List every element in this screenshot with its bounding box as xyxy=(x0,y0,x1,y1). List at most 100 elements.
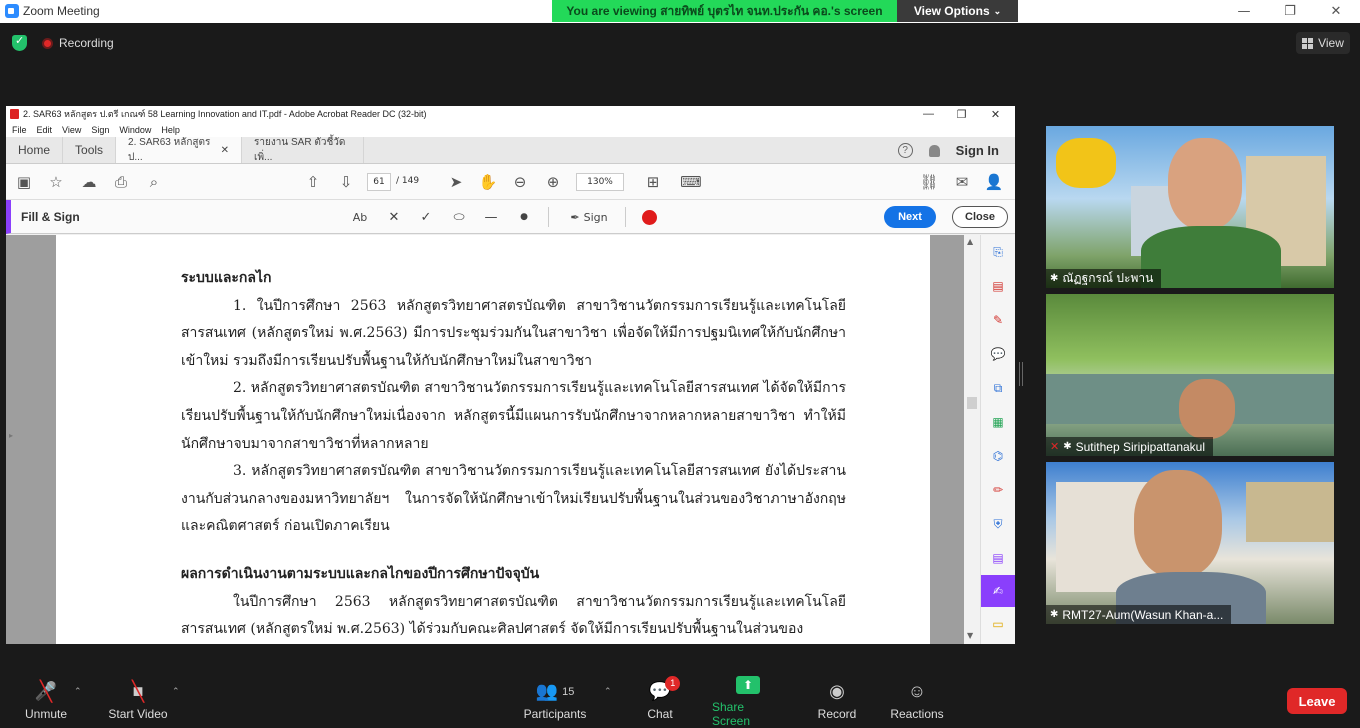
grid-view-icon xyxy=(1302,37,1314,49)
record-button[interactable]: ◉ Record xyxy=(816,673,858,728)
menu-edit[interactable]: Edit xyxy=(37,125,53,135)
page-down-icon[interactable]: ⇩ xyxy=(337,173,355,191)
next-button[interactable]: Next xyxy=(884,206,936,228)
fill-sign-label: Fill & Sign xyxy=(21,210,80,224)
print-icon[interactable]: ⎙ xyxy=(112,173,130,191)
meeting-controls: 🎤 ╲ Unmute ⌃ ■ ╲ Start Video ⌃ 👥 15 Partici… xyxy=(0,673,1360,728)
recording-indicator[interactable]: Recording xyxy=(42,34,114,52)
close-window-icon[interactable]: ✕ xyxy=(1313,0,1359,23)
pin-icon: ✱ xyxy=(1050,273,1059,284)
bookmark-star-icon[interactable]: ☆ xyxy=(47,173,65,191)
page-fit-icon[interactable]: ⊞ xyxy=(644,173,662,191)
page-up-icon[interactable]: ⇧ xyxy=(304,173,322,191)
scroll-up-icon[interactable]: ▲ xyxy=(967,237,973,246)
fill-sign-pen-icon[interactable]: ✍ xyxy=(989,582,1007,600)
color-picker-red[interactable] xyxy=(642,210,657,225)
tab-document-1[interactable]: 2. SAR63 หลักสูตร ป... ✕ xyxy=(116,137,243,163)
mail-icon[interactable]: ✉ xyxy=(953,173,971,191)
minimize-icon[interactable]: — xyxy=(1221,0,1267,23)
keyboard-icon[interactable]: ⌨ xyxy=(680,173,702,191)
check-mark-icon[interactable]: ✓ xyxy=(417,208,435,226)
menu-window[interactable]: Window xyxy=(119,125,151,135)
audio-options-caret-icon[interactable]: ⌃ xyxy=(74,687,82,697)
pdf-page[interactable]: ระบบและกลไก 1. ในปีการศึกษา 2563 หลักสูต… xyxy=(56,235,930,644)
redact-icon[interactable]: ✏ xyxy=(989,481,1007,499)
page-number-input[interactable]: 61 xyxy=(367,173,391,191)
tab-tools[interactable]: Tools xyxy=(63,137,117,163)
unmute-button[interactable]: 🎤 ╲ Unmute xyxy=(22,673,70,728)
left-panel-toggle-icon[interactable]: ▸ xyxy=(9,431,13,440)
save-icon[interactable]: ▣ xyxy=(15,173,33,191)
participant-video-2[interactable]: ✕ ✱ Sutithep Siripipattanakul xyxy=(1046,294,1334,456)
paragraph-2: 2. หลักสูตรวิทยาศาสตรบัณฑิต สาขาวิชานวัต… xyxy=(181,380,846,452)
menu-file[interactable]: File xyxy=(12,125,27,135)
participants-caret-icon[interactable]: ⌃ xyxy=(604,687,612,697)
add-text-icon[interactable]: Ab xyxy=(351,208,369,226)
participant-video-3[interactable]: ✱ RMT27-Aum(Wasun Khan-a... xyxy=(1046,462,1334,624)
protect-shield-icon[interactable]: ⛨ xyxy=(989,515,1007,533)
reactions-button[interactable]: ☺ Reactions xyxy=(890,673,944,728)
line-icon[interactable]: — xyxy=(482,208,500,226)
scroll-down-icon[interactable]: ▼ xyxy=(967,631,973,640)
participants-button[interactable]: 👥 15 Participants xyxy=(522,673,588,728)
share-screen-button[interactable]: ⬆ Share Screen xyxy=(712,673,784,728)
participant-name-tag: ✕ ✱ Sutithep Siripipattanakul xyxy=(1046,437,1214,456)
link-icon[interactable]: ⛓ xyxy=(919,173,938,191)
zoom-in-icon[interactable]: ⊕ xyxy=(544,173,562,191)
split-resize-handle[interactable] xyxy=(1019,362,1023,386)
leave-button[interactable]: Leave xyxy=(1287,688,1347,714)
notification-bell-icon[interactable] xyxy=(928,144,940,157)
upload-cloud-icon[interactable]: ☁ xyxy=(80,173,98,191)
close-tab-icon[interactable]: ✕ xyxy=(221,145,229,156)
acrobat-toolbar: ▣ ☆ ☁ ⎙ ⌕ ⇧ ⇩ 61 / 149 ➤ ✋ ⊖ ⊕ 130% ⊞ ⌨ … xyxy=(6,164,1015,200)
scan-icon[interactable]: ⌬ xyxy=(989,447,1007,465)
tab-document-2[interactable]: รายงาน SAR ตัวชี้วัดเพิ่... xyxy=(242,137,365,163)
help-icon[interactable]: ? xyxy=(897,143,913,158)
more-tools-icon[interactable]: ▭ xyxy=(989,615,1007,633)
add-user-icon[interactable]: 👤 xyxy=(985,173,1004,191)
view-options-button[interactable]: View Options ⌄ xyxy=(897,0,1018,22)
maximize-icon[interactable]: ❐ xyxy=(1267,0,1313,23)
acrobat-restore-icon[interactable]: ❐ xyxy=(945,106,978,122)
dot-icon[interactable]: ● xyxy=(515,208,533,226)
zoom-logo-icon xyxy=(5,4,19,18)
acrobat-minimize-icon[interactable]: — xyxy=(912,106,945,122)
vertical-scrollbar[interactable]: ▲ ▼ xyxy=(964,235,980,644)
sign-in-button[interactable]: Sign In xyxy=(956,143,999,158)
comment-icon[interactable]: 💬 xyxy=(989,345,1007,363)
acrobat-close-icon[interactable]: ✕ xyxy=(979,106,1012,122)
create-pdf-icon[interactable]: ▤ xyxy=(989,277,1007,295)
mic-off-icon: 🎤 ╲ xyxy=(34,681,58,703)
participant-video-1[interactable]: ✱ ณัฏฐกรณ์ ปะพาน xyxy=(1046,126,1334,288)
menu-sign[interactable]: Sign xyxy=(91,125,109,135)
combine-files-icon[interactable]: ⧉ xyxy=(989,379,1007,397)
start-video-button[interactable]: ■ ╲ Start Video xyxy=(106,673,170,728)
tab-home[interactable]: Home xyxy=(6,137,64,163)
close-fill-sign-button[interactable]: Close xyxy=(952,206,1008,228)
mic-muted-icon: ✕ xyxy=(1050,441,1060,453)
zoom-out-icon[interactable]: ⊖ xyxy=(511,173,529,191)
search-icon[interactable]: ⌕ xyxy=(145,173,163,191)
zoom-level-select[interactable]: 130% xyxy=(576,173,624,191)
organize-pages-icon[interactable]: ▦ xyxy=(989,413,1007,431)
chat-button[interactable]: 💬 1 Chat xyxy=(640,673,681,728)
shared-screen-acrobat: 2. SAR63 หลักสูตร ป.ตรี เกณฑ์ 58 Learnin… xyxy=(6,106,1015,644)
sign-button[interactable]: ✒ Sign xyxy=(564,208,614,226)
menu-help[interactable]: Help xyxy=(161,125,180,135)
edit-pdf-icon[interactable]: ✎ xyxy=(989,311,1007,329)
video-options-caret-icon[interactable]: ⌃ xyxy=(172,687,180,697)
request-signature-icon[interactable]: ▤ xyxy=(989,549,1007,567)
participant-name-tag: ✱ ณัฏฐกรณ์ ปะพาน xyxy=(1046,269,1162,288)
hand-tool-icon[interactable]: ✋ xyxy=(479,173,498,191)
security-shield-icon[interactable] xyxy=(12,34,27,51)
document-view[interactable]: ▸ ระบบและกลไก 1. ในปีการศึกษา 2563 หลักส… xyxy=(6,235,1015,644)
menu-view[interactable]: View xyxy=(62,125,81,135)
export-pdf-icon[interactable]: ⎘ xyxy=(989,243,1007,261)
recording-label: Recording xyxy=(59,36,114,50)
scroll-thumb[interactable] xyxy=(967,397,977,409)
select-cursor-icon[interactable]: ➤ xyxy=(447,173,465,191)
participant-face xyxy=(1134,470,1222,578)
ellipse-icon[interactable]: ⬭ xyxy=(450,208,468,226)
cross-mark-icon[interactable]: ✕ xyxy=(385,208,403,226)
view-button[interactable]: View xyxy=(1296,32,1350,54)
